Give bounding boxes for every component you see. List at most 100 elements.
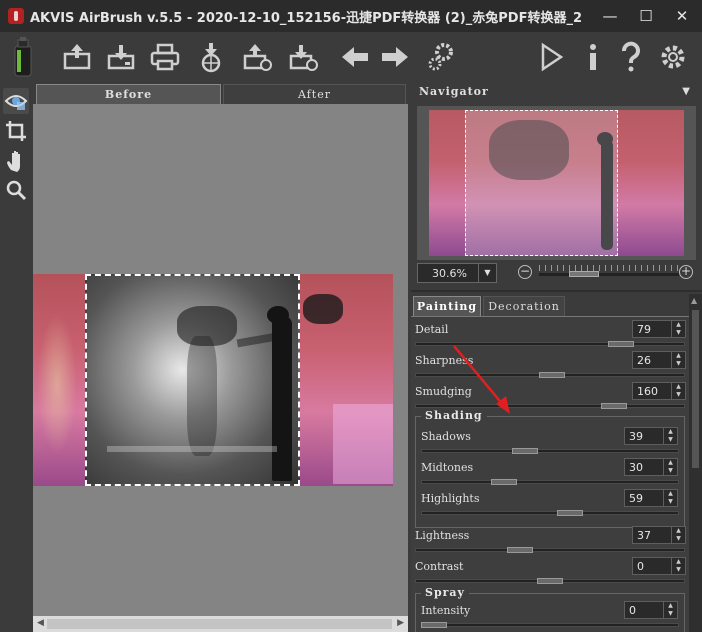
title-bar: AKVIS AirBrush v.5.5 - 2020-12-10_152156…: [0, 0, 702, 32]
zoom-combobox[interactable]: 30.6% ▼: [417, 263, 497, 283]
highlights-slider[interactable]: [421, 511, 679, 515]
highlights-slider-thumb[interactable]: [557, 510, 583, 516]
redo-arrow-icon[interactable]: [378, 40, 412, 74]
scroll-right-icon[interactable]: ▶: [397, 618, 404, 628]
spin-arrows-icon: ▲ ▼: [671, 383, 685, 399]
shadows-slider[interactable]: [421, 449, 679, 453]
shadows-spinbox[interactable]: 39 ▲ ▼: [624, 427, 678, 445]
detail-slider-thumb[interactable]: [608, 341, 634, 347]
lightness-slider[interactable]: [415, 548, 685, 552]
spin-arrows-icon: ▲ ▼: [663, 428, 677, 444]
contrast-spinbox[interactable]: 0 ▲ ▼: [632, 557, 686, 575]
lightness-spinbox[interactable]: 37 ▲ ▼: [632, 526, 686, 544]
spin-arrows-icon: ▲ ▼: [671, 321, 685, 337]
zoom-in-button[interactable]: +: [679, 265, 693, 279]
navigator-thumbnail[interactable]: [429, 110, 684, 256]
tab-after[interactable]: After: [223, 84, 406, 104]
spin-arrows-icon: ▲ ▼: [663, 602, 677, 618]
detail-spinbox[interactable]: 79 ▲ ▼: [632, 320, 686, 338]
selection-preview-area[interactable]: [85, 274, 300, 486]
image-canvas[interactable]: [33, 104, 408, 616]
app-canister-icon: [10, 36, 36, 78]
akvis-logo-icon: [8, 8, 24, 24]
view-tabs: Before After: [33, 82, 408, 104]
spin-arrows-icon: ▲ ▼: [663, 459, 677, 475]
right-panel: Navigator ▼ 30.6% ▼ − + Painting Decorat…: [411, 82, 702, 632]
contrast-label: Contrast: [415, 560, 464, 573]
help-icon[interactable]: [614, 40, 648, 74]
midtones-slider-thumb[interactable]: [491, 479, 517, 485]
panel-divider[interactable]: [411, 290, 702, 292]
navigator-view-frame[interactable]: [465, 110, 618, 256]
hand-icon[interactable]: [3, 148, 29, 174]
scroll-left-icon[interactable]: ◀: [37, 618, 44, 628]
horizontal-scrollbar[interactable]: ◀ ▶: [33, 616, 408, 632]
tab-decoration[interactable]: Decoration: [483, 296, 565, 316]
settings-scrollbar-thumb[interactable]: [692, 310, 699, 468]
smudging-slider-thumb[interactable]: [601, 403, 627, 409]
intensity-slider[interactable]: [421, 623, 679, 627]
navigator-title: Navigator: [419, 85, 489, 98]
contrast-slider-thumb[interactable]: [537, 578, 563, 584]
sharpness-spinbox[interactable]: 26 ▲ ▼: [632, 351, 686, 369]
highlights-spinbox[interactable]: 59 ▲ ▼: [624, 489, 678, 507]
source-photo: [33, 274, 393, 486]
image-pane: Before After ◀ ▶: [33, 82, 408, 632]
navigator-menu-icon[interactable]: ▼: [682, 86, 690, 97]
eye-preview-icon[interactable]: [3, 88, 29, 114]
info-icon[interactable]: [576, 40, 610, 74]
spray-title: Spray: [421, 586, 469, 599]
zoom-icon[interactable]: [3, 178, 29, 204]
run-icon[interactable]: [534, 40, 568, 74]
navigator-header: Navigator: [411, 82, 702, 102]
spin-arrows-icon: ▲ ▼: [663, 490, 677, 506]
navigator-box: [417, 106, 696, 260]
smudging-spinbox[interactable]: 160 ▲ ▼: [632, 382, 686, 400]
batch-save-icon[interactable]: [286, 40, 320, 74]
red-annotation-arrow-icon: [453, 345, 510, 414]
spin-arrows-icon: ▲ ▼: [671, 527, 685, 543]
settings-tabs: Painting Decoration: [411, 296, 691, 316]
intensity-slider-thumb[interactable]: [421, 622, 447, 628]
app-window: AKVIS AirBrush v.5.5 - 2020-12-10_152156…: [0, 0, 702, 632]
open-icon[interactable]: [60, 40, 94, 74]
zoom-dropdown-icon[interactable]: ▼: [478, 264, 496, 282]
scroll-up-icon[interactable]: ▲: [691, 296, 697, 305]
intensity-label: Intensity: [421, 604, 471, 617]
zoom-out-button[interactable]: −: [518, 265, 532, 279]
minimize-button[interactable]: —: [596, 4, 624, 28]
spin-arrows-icon: ▲ ▼: [671, 352, 685, 368]
crop-icon[interactable]: [3, 118, 29, 144]
lightness-slider-thumb[interactable]: [507, 547, 533, 553]
midtones-slider[interactable]: [421, 480, 679, 484]
settings-gear-icon[interactable]: [656, 40, 690, 74]
tab-painting[interactable]: Painting: [413, 296, 481, 316]
save-icon[interactable]: [104, 40, 138, 74]
plugins-gear-icon[interactable]: [424, 40, 458, 74]
tab-before[interactable]: Before: [36, 84, 221, 104]
zoom-slider[interactable]: [539, 265, 679, 277]
lightness-label: Lightness: [415, 529, 470, 542]
detail-label: Detail: [415, 323, 449, 336]
main-toolbar: [0, 32, 702, 80]
batch-load-icon[interactable]: [240, 40, 274, 74]
window-title: AKVIS AirBrush v.5.5 - 2020-12-10_152156…: [30, 11, 582, 26]
zoom-value: 30.6%: [432, 267, 467, 280]
shadows-label: Shadows: [421, 430, 471, 443]
spin-arrows-icon: ▲ ▼: [671, 558, 685, 574]
maximize-button[interactable]: ☐: [632, 4, 660, 28]
share-web-icon[interactable]: [194, 40, 228, 74]
midtones-spinbox[interactable]: 30 ▲ ▼: [624, 458, 678, 476]
close-button[interactable]: ✕: [668, 4, 696, 28]
undo-arrow-icon[interactable]: [338, 40, 372, 74]
settings-scrollbar[interactable]: ▲: [689, 294, 702, 632]
scrollbar-thumb[interactable]: [47, 619, 392, 629]
midtones-label: Midtones: [421, 461, 474, 474]
intensity-spinbox[interactable]: 0 ▲ ▼: [624, 601, 678, 619]
shadows-slider-thumb[interactable]: [512, 448, 538, 454]
print-icon[interactable]: [148, 40, 182, 74]
sharpness-slider-thumb[interactable]: [539, 372, 565, 378]
highlights-label: Highlights: [421, 492, 480, 505]
zoom-slider-thumb[interactable]: [569, 271, 599, 277]
left-tool-bar: [0, 84, 32, 632]
